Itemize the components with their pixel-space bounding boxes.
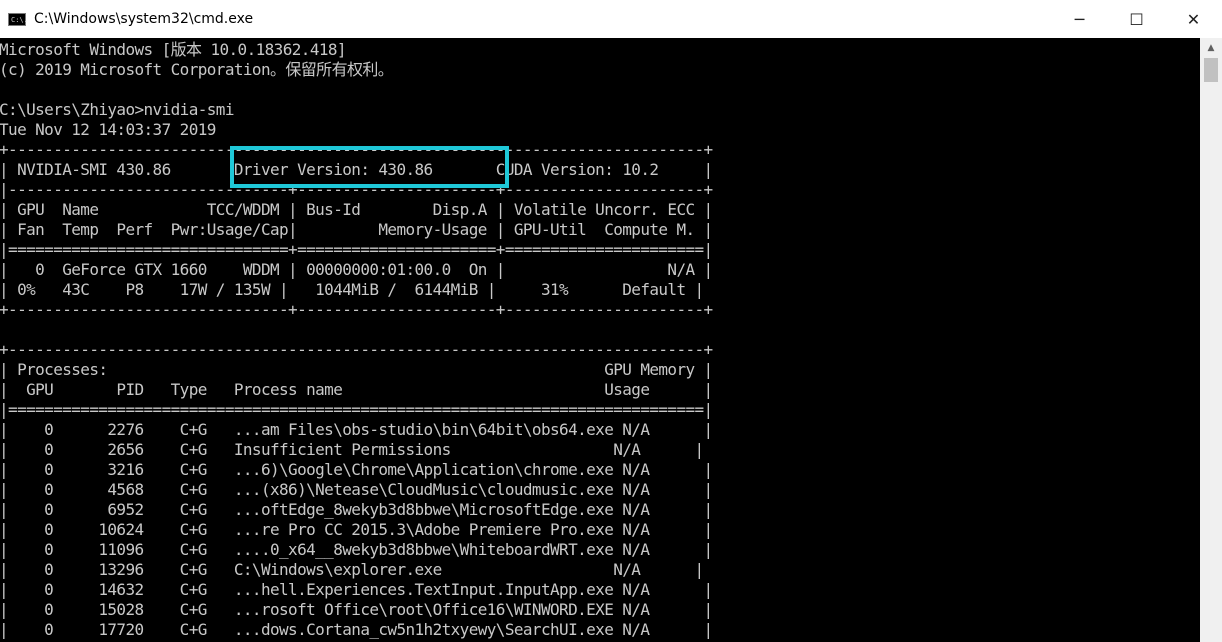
console-line: | 0 2656 C+G Insufficient Permissions N/… [0,440,704,459]
console-line: | GPU PID Type Process name Usage | [0,380,713,399]
console-line: | 0 14632 C+G ...hell.Experiences.TextIn… [0,580,713,599]
driver-version-highlight-box [230,146,509,188]
console-line: C:\Users\Zhiyao>nvidia-smi [0,100,234,119]
maximize-button[interactable]: ☐ [1108,0,1165,38]
title-bar[interactable]: C:\. C:\Windows\system32\cmd.exe ─ ☐ ✕ [0,0,1222,38]
scroll-up-arrow-icon: ▲ [1207,43,1215,53]
console-line: |===============================+=======… [0,240,713,259]
console-line: | Fan Temp Perf Pwr:Usage/Cap| Memory-Us… [0,220,713,239]
console-line: | 0 15028 C+G ...rosoft Office\root\Offi… [0,600,713,619]
console-line: | 0 2276 C+G ...am Files\obs-studio\bin\… [0,420,713,439]
console-line: | Processes: GPU Memory | [0,360,713,379]
close-icon: ✕ [1186,9,1201,29]
console-line: +-------------------------------+-------… [0,300,713,319]
cmd-window: C:\. C:\Windows\system32\cmd.exe ─ ☐ ✕ M… [0,0,1222,642]
cmd-app-icon[interactable]: C:\. [8,12,28,26]
console-line: (c) 2019 Microsoft Corporation。保留所有权利。 [0,60,394,79]
console-line: Tue Nov 12 14:03:37 2019 [0,120,216,139]
console-line: | 0 13296 C+G C:\Windows\explorer.exe N/… [0,560,704,579]
console-output[interactable]: Microsoft Windows [版本 10.0.18362.418] (c)… [0,38,1200,642]
minimize-icon: ─ [1074,9,1085,29]
console-line: Microsoft Windows [版本 10.0.18362.418] [0,40,347,59]
console-line: | 0% 43C P8 17W / 135W | 1044MiB / 6144M… [0,280,704,299]
console-line: | 0 GeForce GTX 1660 WDDM | 00000000:01:… [0,260,713,279]
console-line: +---------------------------------------… [0,340,713,359]
scroll-thumb[interactable] [1204,58,1218,82]
console-line: |=======================================… [0,400,713,419]
window-title: C:\Windows\system32\cmd.exe [34,11,254,27]
console-text: Microsoft Windows [版本 10.0.18362.418] (c)… [0,40,713,640]
console-line: | GPU Name TCC/WDDM | Bus-Id Disp.A | Vo… [0,200,713,219]
minimize-button[interactable]: ─ [1051,0,1108,38]
console-line: | 0 6952 C+G ...oftEdge_8wekyb3d8bbwe\Mi… [0,500,713,519]
console-line: | 0 4568 C+G ...(x86)\Netease\CloudMusic… [0,480,713,499]
maximize-icon: ☐ [1129,9,1144,29]
console-line: | 0 10624 C+G ...re Pro CC 2015.3\Adobe … [0,520,713,539]
window-controls: ─ ☐ ✕ [1051,0,1222,38]
console-line: | 0 17720 C+G ...dows.Cortana_cw5n1h2txy… [0,620,713,639]
close-button[interactable]: ✕ [1165,0,1222,38]
scroll-up-button[interactable]: ▲ [1200,38,1222,58]
console-line: | 0 3216 C+G ...6)\Google\Chrome\Applica… [0,460,713,479]
vertical-scrollbar[interactable]: ▲ [1200,38,1222,642]
console-line: | 0 11096 C+G ....0_x64__8wekyb3d8bbwe\W… [0,540,713,559]
